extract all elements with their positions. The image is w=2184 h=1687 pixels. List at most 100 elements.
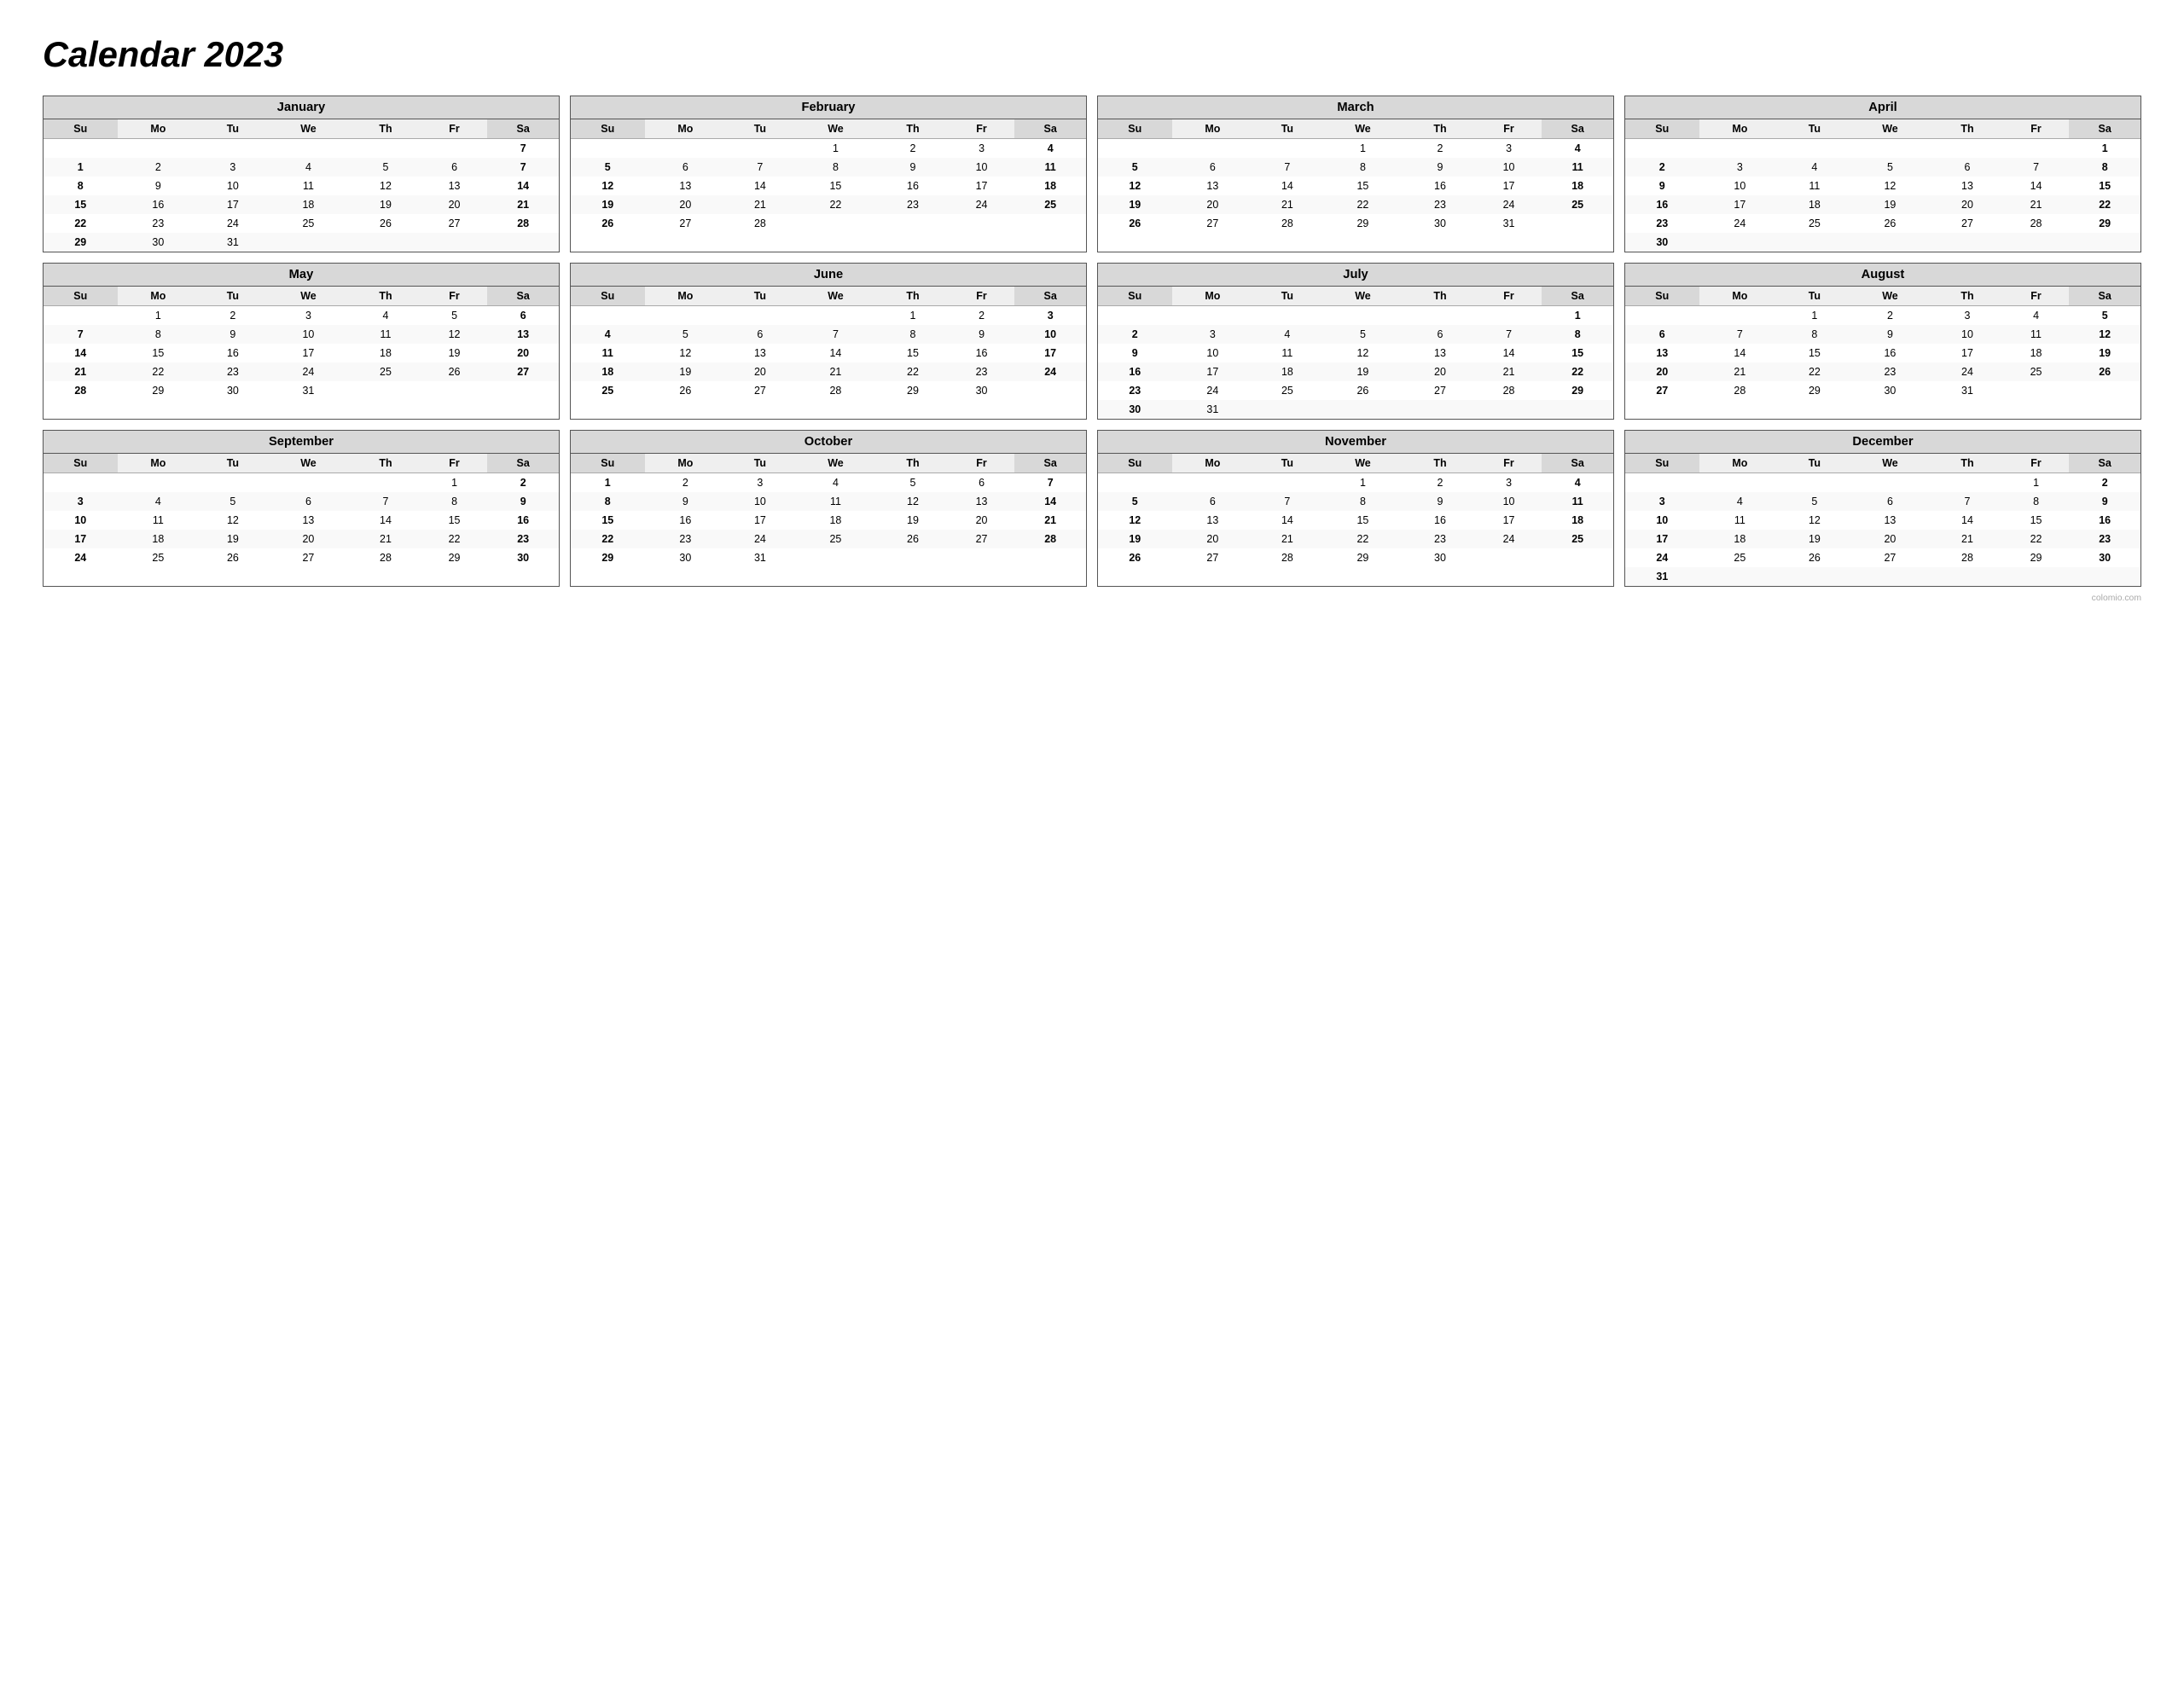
week-row: 123: [571, 306, 1086, 326]
day-cell: 15: [1321, 511, 1405, 530]
week-row: 12131415161718: [1098, 177, 1613, 195]
day-cell: 8: [421, 492, 488, 511]
day-cell: 23: [1849, 362, 1932, 381]
day-cell: [571, 306, 645, 326]
day-cell: [1014, 548, 1086, 567]
day-cell: 31: [1625, 567, 1699, 586]
day-cell: 10: [44, 511, 118, 530]
week-row: 28293031: [44, 381, 559, 400]
day-cell: 18: [350, 344, 421, 362]
day-cell: [2069, 381, 2140, 400]
day-cell: [199, 473, 267, 493]
day-cell: 21: [487, 195, 559, 214]
day-cell: 17: [949, 177, 1015, 195]
day-header-sa: Sa: [1542, 287, 1613, 306]
day-cell: 25: [1780, 214, 1849, 233]
day-cell: 12: [645, 344, 727, 362]
day-header-fr: Fr: [2003, 119, 2070, 139]
day-cell: 7: [1253, 158, 1321, 177]
day-header-mo: Mo: [1172, 119, 1254, 139]
day-cell: 8: [2003, 492, 2070, 511]
day-header-su: Su: [1625, 454, 1699, 473]
month-october: OctoberSuMoTuWeThFrSa1234567891011121314…: [570, 430, 1087, 587]
day-cell: 28: [487, 214, 559, 233]
day-header-th: Th: [877, 287, 949, 306]
day-cell: 27: [1404, 381, 1476, 400]
day-cell: 13: [726, 344, 794, 362]
day-cell: 16: [1404, 177, 1476, 195]
day-cell: 12: [1098, 177, 1172, 195]
day-cell: [1321, 306, 1405, 326]
day-header-fr: Fr: [949, 454, 1015, 473]
week-row: 13141516171819: [1625, 344, 2140, 362]
day-cell: [487, 381, 559, 400]
day-cell: [2003, 567, 2070, 586]
day-cell: 29: [2069, 214, 2140, 233]
day-cell: 27: [1172, 548, 1254, 567]
day-cell: [1253, 400, 1321, 419]
week-row: 30: [1625, 233, 2140, 252]
day-cell: 31: [199, 233, 267, 252]
day-cell: 17: [1476, 177, 1542, 195]
day-cell: 20: [1404, 362, 1476, 381]
day-cell: [1780, 567, 1849, 586]
day-cell: 2: [1098, 325, 1172, 344]
month-header: February: [571, 96, 1086, 119]
day-cell: 7: [44, 325, 118, 344]
day-cell: 27: [1849, 548, 1932, 567]
week-row: 22232425262728: [44, 214, 559, 233]
day-cell: 25: [350, 362, 421, 381]
day-cell: 5: [421, 306, 488, 326]
day-header-tu: Tu: [199, 454, 267, 473]
day-cell: [877, 548, 949, 567]
day-cell: [1542, 400, 1613, 419]
month-table: SuMoTuWeThFrSa71234567891011121314151617…: [44, 119, 559, 252]
day-cell: 4: [118, 492, 200, 511]
day-header-su: Su: [571, 287, 645, 306]
day-header-su: Su: [571, 119, 645, 139]
day-cell: [350, 233, 421, 252]
month-table: SuMoTuWeThFrSa12345678910111213141516171…: [571, 119, 1086, 233]
day-cell: 28: [1014, 530, 1086, 548]
day-cell: 19: [645, 362, 727, 381]
day-cell: 22: [118, 362, 200, 381]
day-cell: 17: [1931, 344, 2003, 362]
day-cell: [1699, 306, 1781, 326]
day-header-fr: Fr: [1476, 119, 1542, 139]
day-header-su: Su: [44, 287, 118, 306]
day-cell: 20: [267, 530, 351, 548]
month-header: July: [1098, 264, 1613, 287]
day-header-sa: Sa: [1014, 287, 1086, 306]
day-header-su: Su: [571, 454, 645, 473]
day-cell: 19: [1780, 530, 1849, 548]
day-cell: [1404, 306, 1476, 326]
day-header-we: We: [1849, 119, 1932, 139]
day-header-we: We: [267, 454, 351, 473]
day-cell: 1: [2003, 473, 2070, 493]
day-cell: 21: [44, 362, 118, 381]
day-cell: 8: [2069, 158, 2140, 177]
day-cell: 10: [199, 177, 267, 195]
month-table: SuMoTuWeThFrSa12345678910111213141516171…: [44, 454, 559, 567]
week-row: 3456789: [1625, 492, 2140, 511]
day-cell: 6: [487, 306, 559, 326]
day-cell: [571, 139, 645, 159]
day-cell: 9: [487, 492, 559, 511]
day-cell: 3: [199, 158, 267, 177]
day-cell: [350, 381, 421, 400]
day-cell: 21: [1253, 530, 1321, 548]
day-header-we: We: [267, 287, 351, 306]
day-cell: [794, 306, 878, 326]
day-cell: 26: [1321, 381, 1405, 400]
day-header-th: Th: [1404, 119, 1476, 139]
day-cell: 24: [726, 530, 794, 548]
day-header-th: Th: [350, 119, 421, 139]
day-header-th: Th: [350, 454, 421, 473]
week-row: 12: [1625, 473, 2140, 493]
day-cell: [1699, 473, 1781, 493]
day-cell: 19: [1321, 362, 1405, 381]
day-header-sa: Sa: [2069, 287, 2140, 306]
day-header-mo: Mo: [645, 119, 727, 139]
day-cell: 13: [645, 177, 727, 195]
day-cell: 31: [726, 548, 794, 567]
